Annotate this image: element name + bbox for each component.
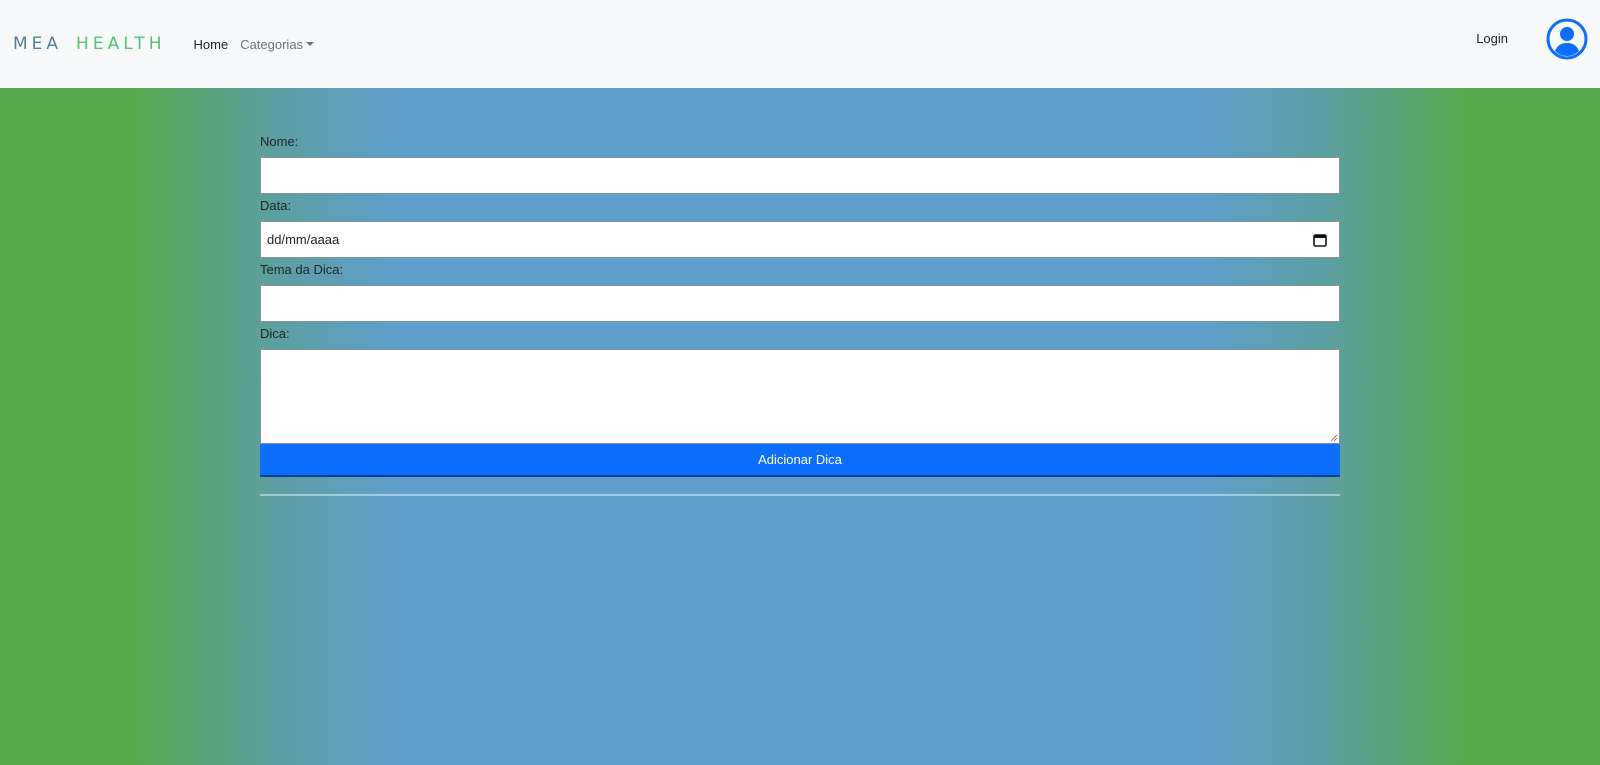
nav-categories-dropdown[interactable]: Categorias (240, 36, 315, 52)
calendar-icon[interactable] (1313, 233, 1327, 247)
add-tip-button[interactable]: Adicionar Dica (260, 444, 1340, 477)
theme-input[interactable] (260, 285, 1340, 322)
tip-textarea[interactable] (260, 349, 1340, 444)
date-input[interactable]: dd/mm/aaaa (260, 221, 1340, 258)
theme-label: Tema da Dica: (260, 262, 344, 277)
user-circle-icon[interactable] (1546, 18, 1588, 60)
date-placeholder: dd/mm/aaaa (267, 232, 340, 247)
name-input[interactable] (260, 157, 1340, 194)
nav-links: Home Categorias (194, 37, 327, 52)
nav-home-link[interactable]: Home (194, 37, 229, 52)
date-label: Data: (260, 198, 292, 213)
divider (260, 494, 1340, 496)
navbar: MEA HEALTH Home Categorias Login (0, 0, 1600, 88)
nav-right: Login (1476, 18, 1588, 60)
tip-label: Dica: (260, 326, 290, 341)
nav-categories-label: Categorias (240, 36, 304, 52)
brand-text-health: HEALTH (76, 34, 166, 54)
add-tip-form: Nome: Data: dd/mm/aaaa Tema da Dica: Dic… (260, 130, 1340, 496)
resize-grip-icon[interactable] (1330, 434, 1338, 442)
login-link[interactable]: Login (1476, 31, 1508, 46)
brand-text-mea: MEA (13, 34, 63, 54)
caret-down-icon (306, 42, 315, 47)
name-label: Nome: (260, 134, 299, 149)
brand-logo[interactable]: MEA HEALTH (13, 34, 166, 54)
